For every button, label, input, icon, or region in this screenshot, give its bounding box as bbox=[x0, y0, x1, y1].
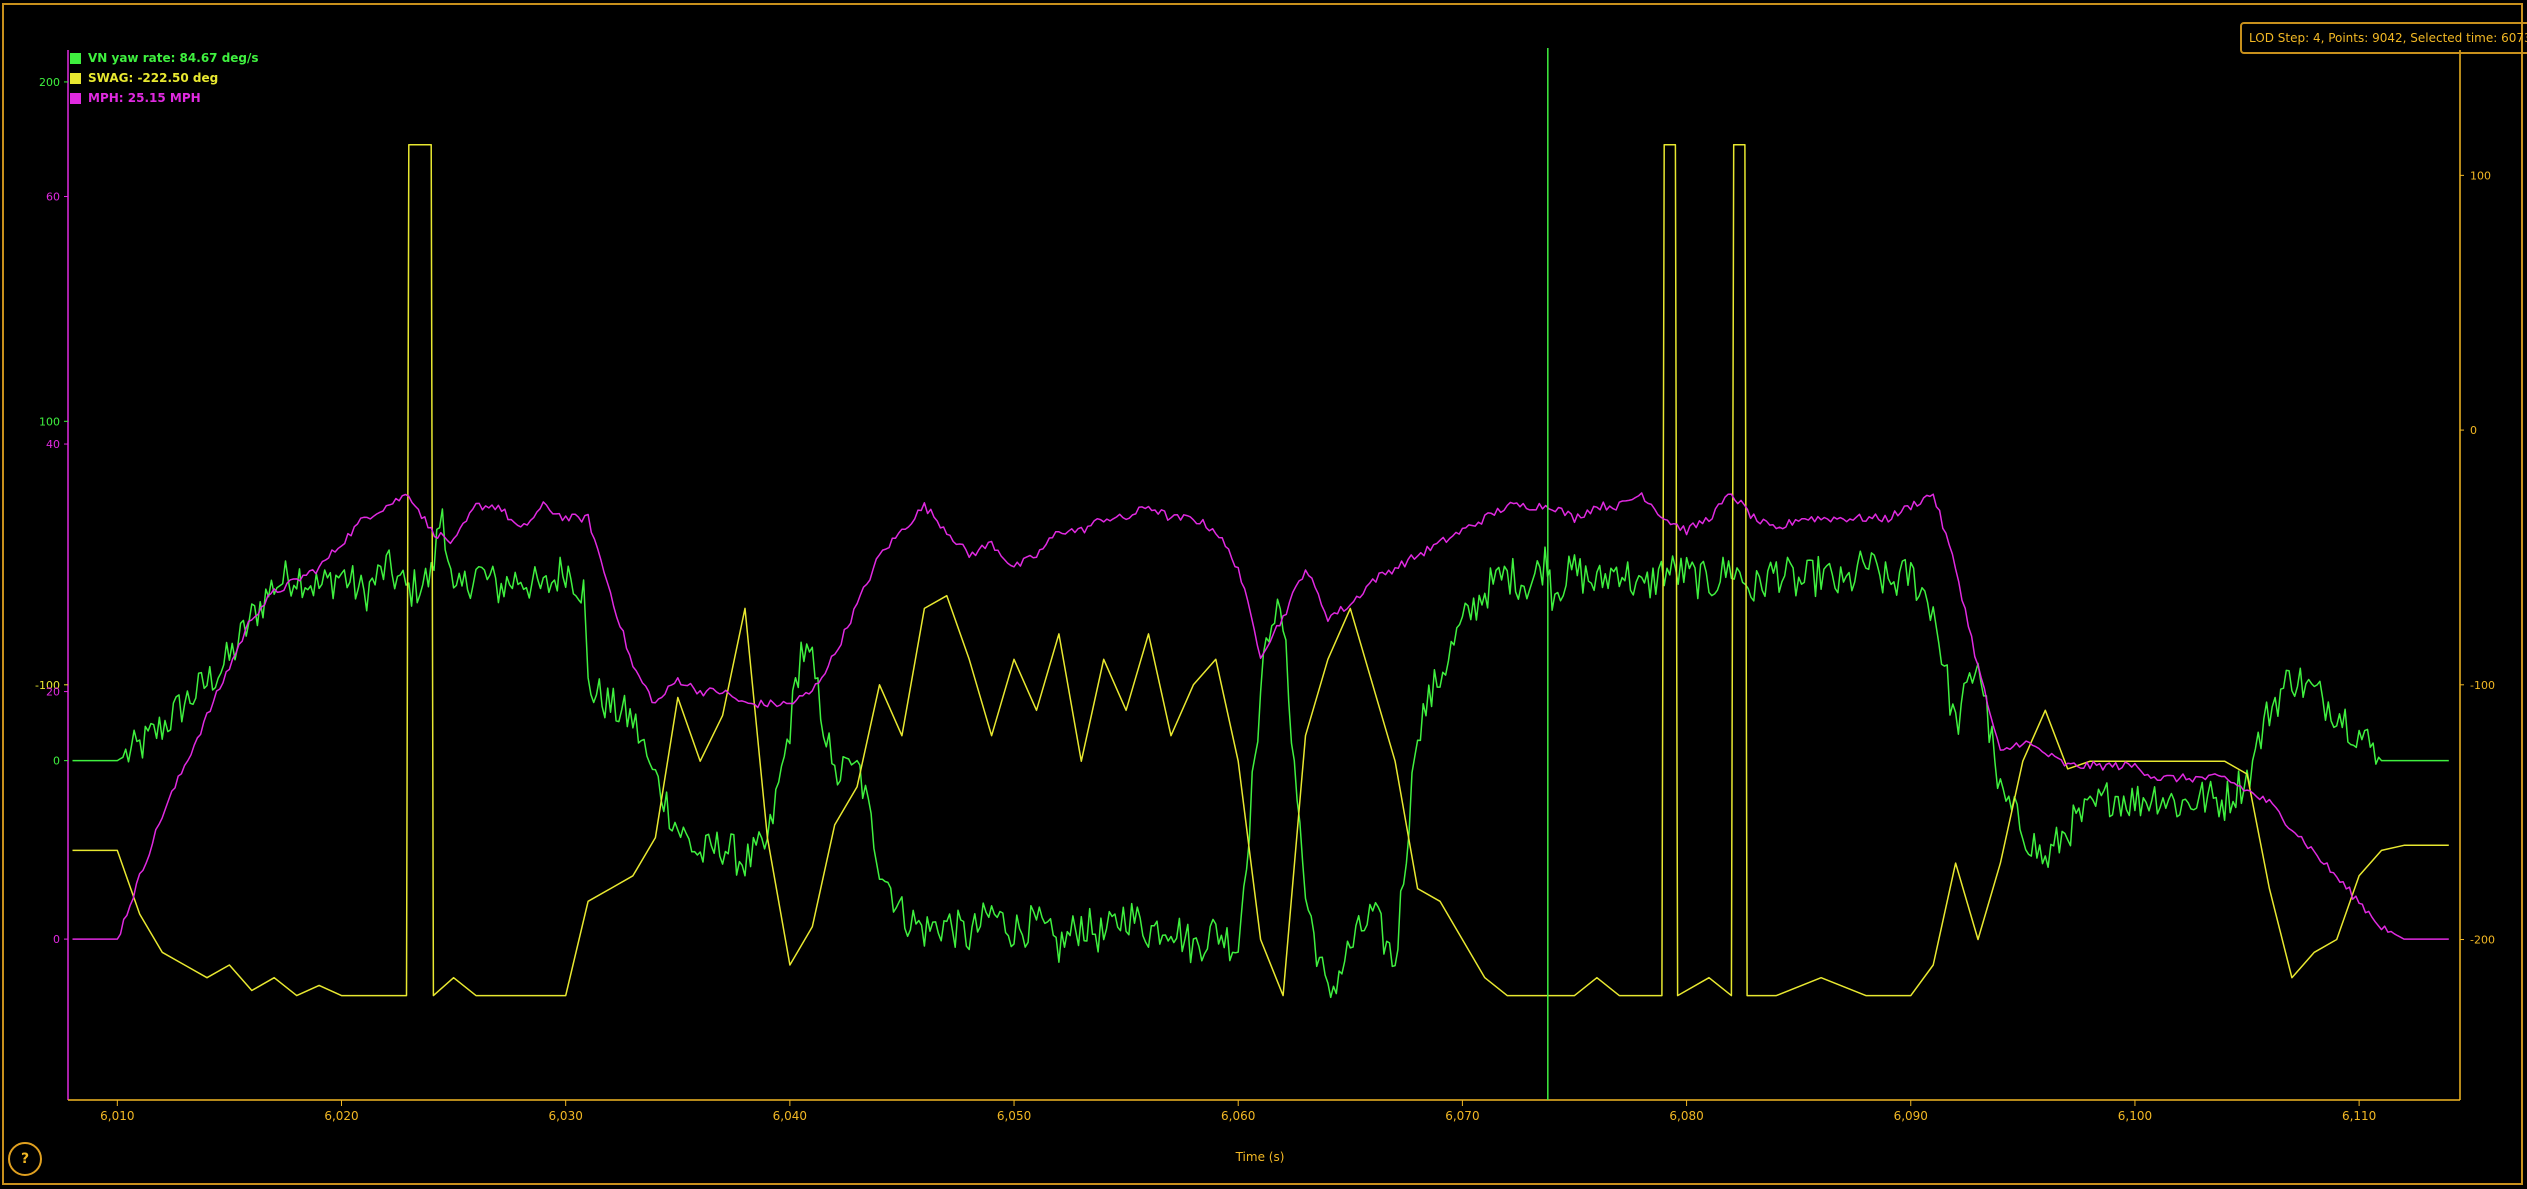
chart-plot[interactable]: 6,010 6,020 6,030 6,040 6,050 6,060 6,070 6,080… bbox=[0, 0, 2527, 1189]
x-tick-label: 6,020 bbox=[324, 1109, 358, 1123]
left-magenta-tick-label: 60 bbox=[46, 191, 60, 204]
x-tick-label: 6,100 bbox=[2118, 1109, 2152, 1123]
lod-info-box: LOD Step: 4, Points: 9042, Selected time… bbox=[2240, 22, 2527, 54]
x-tick-label: 6,030 bbox=[548, 1109, 582, 1123]
right-yellow-tick-label: 0 bbox=[2470, 424, 2477, 437]
x-tick-label: 6,110 bbox=[2342, 1109, 2376, 1123]
left-magenta-tick-label: 0 bbox=[53, 933, 60, 946]
legend: VN yaw rate: 84.67 deg/s SWAG: -222.50 d… bbox=[70, 48, 259, 108]
x-tick-label: 6,060 bbox=[1221, 1109, 1255, 1123]
right-yellow-tick-label: -100 bbox=[2470, 679, 2495, 692]
legend-item-swag[interactable]: SWAG: -222.50 deg bbox=[70, 68, 259, 88]
legend-swatch-yaw bbox=[70, 52, 81, 64]
legend-item-mph[interactable]: MPH: 25.15 MPH bbox=[70, 88, 259, 108]
yaw-rate-line bbox=[72, 508, 2449, 999]
x-tick-label: 6,040 bbox=[773, 1109, 807, 1123]
legend-swatch-swag bbox=[70, 72, 81, 84]
left-green-tick-label: 0 bbox=[53, 755, 60, 768]
legend-swatch-mph bbox=[70, 92, 81, 104]
x-axis-title: Time (s) bbox=[1235, 1150, 1285, 1164]
x-tick-label: 6,090 bbox=[1894, 1109, 1928, 1123]
legend-label-swag: SWAG: -222.50 deg bbox=[88, 71, 219, 85]
x-tick-label: 6,070 bbox=[1445, 1109, 1479, 1123]
mph-line bbox=[72, 492, 2449, 940]
x-tick-label: 6,010 bbox=[100, 1109, 134, 1123]
legend-label-yaw: VN yaw rate: 84.67 deg/s bbox=[88, 51, 259, 65]
x-tick-label: 6,050 bbox=[997, 1109, 1031, 1123]
right-yellow-tick-label: 100 bbox=[2470, 169, 2491, 182]
left-green-tick-label: 200 bbox=[39, 76, 60, 89]
right-yellow-tick-label: -200 bbox=[2470, 934, 2495, 947]
left-magenta-tick-label: 40 bbox=[46, 438, 60, 451]
left-green-tick-label: 100 bbox=[39, 415, 60, 428]
left-magenta-tick-label: 20 bbox=[46, 686, 60, 699]
legend-label-mph: MPH: 25.15 MPH bbox=[88, 91, 201, 105]
legend-item-yaw[interactable]: VN yaw rate: 84.67 deg/s bbox=[70, 48, 259, 68]
help-button[interactable]: ? bbox=[8, 1142, 42, 1176]
x-tick-label: 6,080 bbox=[1669, 1109, 1703, 1123]
swag-line bbox=[72, 144, 2449, 997]
